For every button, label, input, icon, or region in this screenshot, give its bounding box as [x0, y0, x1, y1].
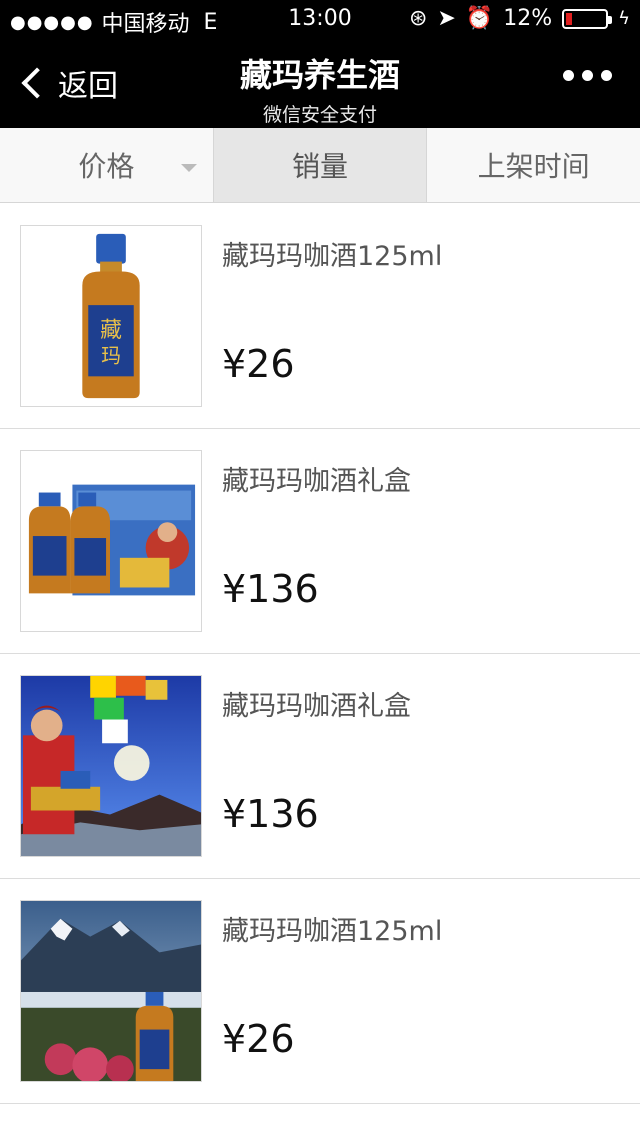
alarm-icon: ⏰ [465, 6, 494, 31]
tab-sales-label: 销量 [292, 150, 349, 183]
product-item[interactable]: 藏玛玛咖酒125ml ¥26 [0, 879, 640, 1104]
tab-listing-time-label: 上架时间 [477, 150, 590, 183]
tab-listing-time[interactable]: 上架时间 [427, 128, 640, 202]
svg-text:藏: 藏 [100, 318, 122, 343]
product-image-tibetan-woman [20, 675, 202, 857]
product-price: ¥136 [222, 567, 319, 611]
tab-sales[interactable]: 销量 [213, 128, 428, 202]
status-bar: ●●●●● 中国移动 E 13:00 ⊛ ➤ ⏰ 12% ϟ [0, 0, 640, 40]
sort-tabs: 价格 销量 上架时间 [0, 128, 640, 203]
navigation-bar: 返回 藏玛养生酒 微信安全支付 [0, 40, 640, 128]
product-image-gift-box [20, 450, 202, 632]
product-list: 藏 玛 藏玛玛咖酒125ml ¥26 藏玛玛咖酒礼盒 ¥136 藏玛玛咖酒礼盒 … [0, 204, 640, 1104]
title-block: 藏玛养生酒 微信安全支付 [0, 50, 640, 127]
product-price: ¥26 [222, 342, 295, 386]
product-item[interactable]: 藏玛玛咖酒礼盒 ¥136 [0, 654, 640, 879]
svg-text:玛: 玛 [101, 344, 121, 367]
product-item[interactable]: 藏玛玛咖酒礼盒 ¥136 [0, 429, 640, 654]
product-image-mountain-bottle [20, 900, 202, 1082]
status-right: ⊛ ➤ ⏰ 12% ϟ [409, 6, 630, 31]
tab-price-label: 价格 [78, 150, 135, 183]
product-name: 藏玛玛咖酒礼盒 [222, 691, 411, 722]
product-name: 藏玛玛咖酒礼盒 [222, 466, 411, 497]
product-price: ¥26 [222, 1017, 295, 1061]
product-name: 藏玛玛咖酒125ml [222, 916, 443, 947]
product-name: 藏玛玛咖酒125ml [222, 241, 443, 272]
location-arrow-icon: ➤ [437, 6, 456, 31]
rotation-lock-icon: ⊛ [408, 6, 428, 31]
charging-bolt-icon: ϟ [618, 8, 630, 29]
tab-price[interactable]: 价格 [0, 128, 214, 202]
page-subtitle: 微信安全支付 [262, 104, 377, 126]
caret-down-icon [180, 164, 197, 172]
battery-percent: 12% [503, 6, 553, 31]
product-item[interactable]: 藏 玛 藏玛玛咖酒125ml ¥26 [0, 204, 640, 429]
product-image-single-bottle: 藏 玛 [20, 225, 202, 407]
more-options-icon[interactable] [563, 70, 612, 81]
product-price: ¥136 [222, 792, 319, 836]
page-title: 藏玛养生酒 [239, 56, 400, 94]
battery-icon [562, 8, 613, 29]
